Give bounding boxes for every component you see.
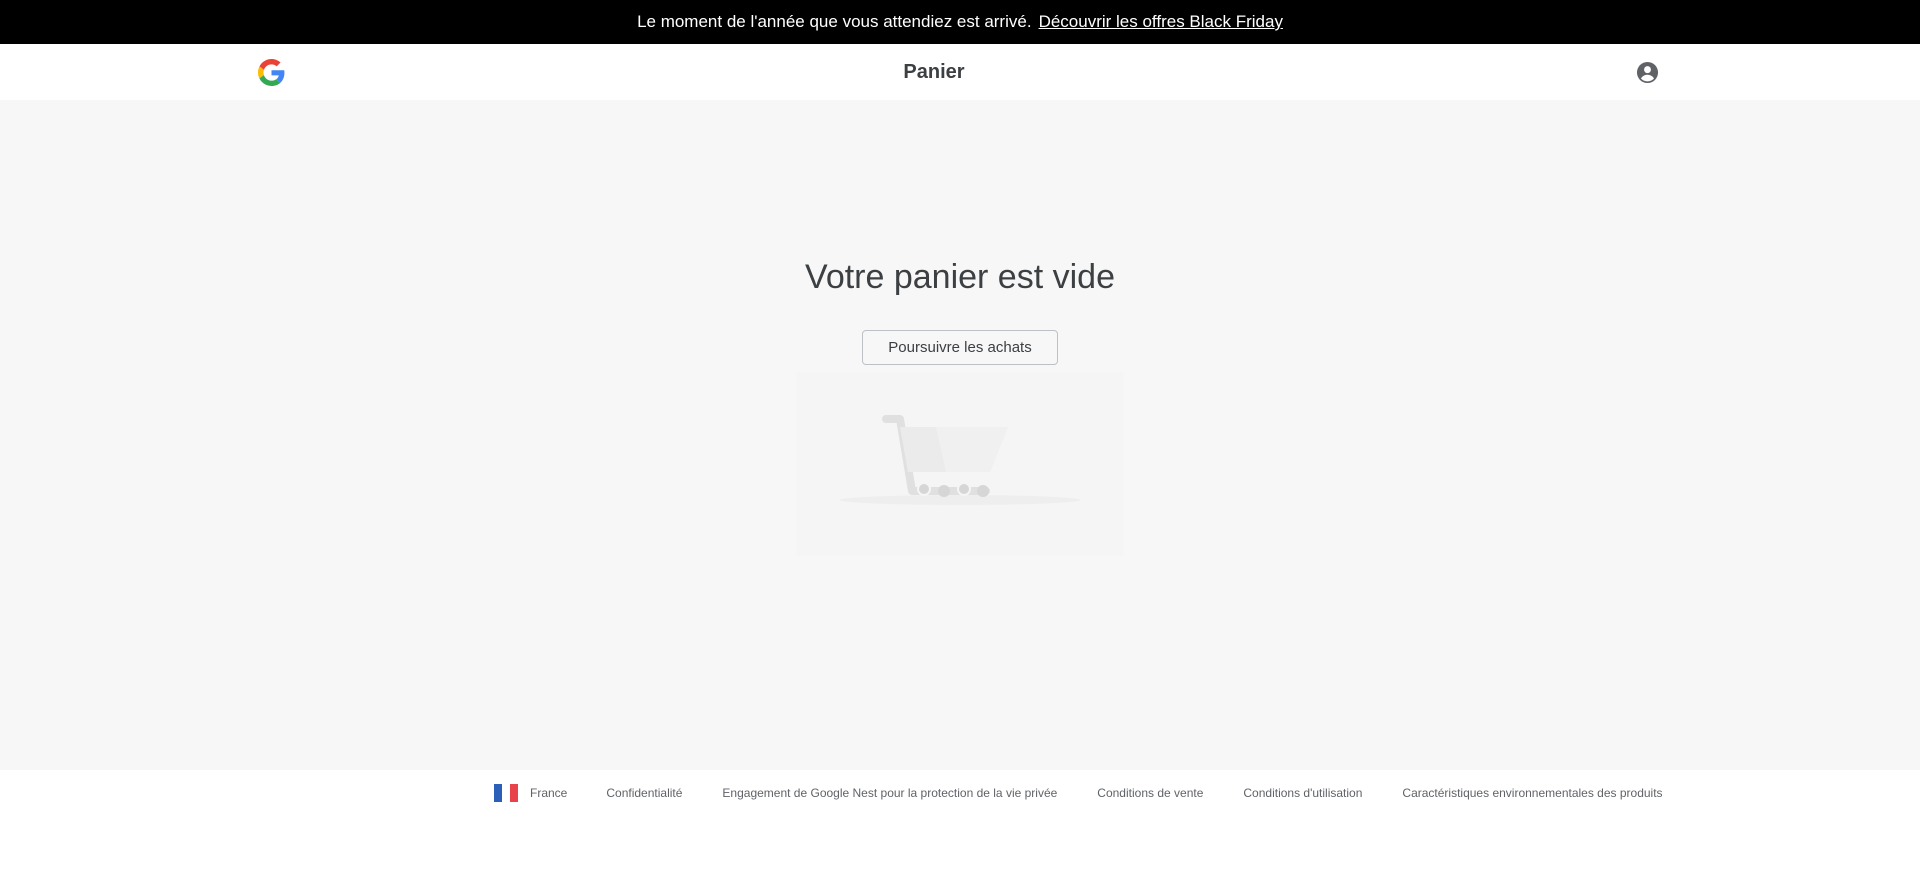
footer-link-nest-privacy[interactable]: Engagement de Google Nest pour la protec… (722, 786, 1057, 800)
empty-cart-heading: Votre panier est vide (0, 258, 1920, 297)
footer: France Confidentialité Engagement de Goo… (0, 770, 1920, 893)
country-label: France (530, 786, 568, 800)
footer-link-environmental[interactable]: Caractéristiques environnementales des p… (1402, 786, 1662, 800)
country-selector[interactable]: France (494, 784, 567, 802)
empty-cart-heading-text: Votre panier est vide (805, 258, 1115, 296)
cart-main: Votre panier est vide Poursuivre les ach… (0, 100, 1920, 770)
footer-link-sales-terms[interactable]: Conditions de vente (1097, 786, 1203, 800)
promo-banner: Le moment de l'année que vous attendiez … (0, 0, 1920, 44)
black-friday-link[interactable]: Découvrir les offres Black Friday (1039, 12, 1283, 32)
footer-links: France Confidentialité Engagement de Goo… (494, 784, 1663, 802)
header: Panier (0, 44, 1920, 100)
promo-text: Le moment de l'année que vous attendiez … (637, 12, 1032, 31)
france-flag-icon (494, 784, 518, 802)
account-circle-icon[interactable] (1636, 61, 1659, 84)
footer-link-terms-of-use[interactable]: Conditions d'utilisation (1243, 786, 1362, 800)
footer-link-privacy[interactable]: Confidentialité (606, 786, 682, 800)
shopping-cart-icon (840, 415, 1080, 505)
page-title: Panier (903, 61, 965, 83)
empty-cart-illustration (796, 372, 1124, 556)
continue-shopping-button[interactable]: Poursuivre les achats (862, 330, 1058, 365)
